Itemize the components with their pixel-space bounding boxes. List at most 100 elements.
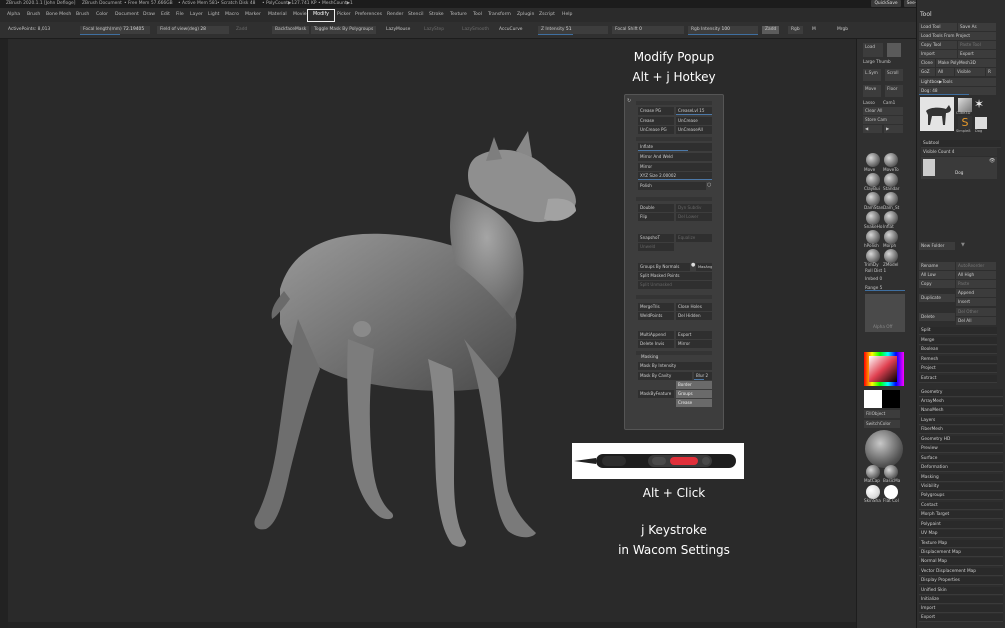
move-view-button[interactable]: Move: [863, 85, 881, 97]
color-picker-icon[interactable]: [864, 352, 904, 386]
brush-claybuild-icon[interactable]: [866, 173, 880, 187]
remesh-section[interactable]: Remesh: [919, 356, 997, 364]
groups-by-normals-button[interactable]: Groups By Normals: [638, 263, 690, 271]
del-all-button[interactable]: Del All: [956, 317, 996, 325]
new-folder-button[interactable]: New Folder: [919, 242, 955, 250]
mask-by-cavity-button[interactable]: Mask By Cavity: [638, 372, 692, 380]
eye-icon[interactable]: 👁: [989, 158, 995, 164]
toggle-mask-by-polygroups-button[interactable]: Toggle Mask By Polygroups: [311, 26, 377, 34]
paste-subtool-button[interactable]: Paste: [956, 280, 996, 288]
surface-section[interactable]: Surface: [919, 455, 1003, 463]
make-polymesh3d-button[interactable]: Make PolyMesh3D: [936, 59, 996, 67]
brush-move-icon[interactable]: [866, 153, 880, 167]
deformation-section[interactable]: Deformation: [919, 464, 1003, 472]
menu-stroke[interactable]: Stroke: [429, 12, 444, 17]
fillobject-button[interactable]: FillObject: [864, 410, 900, 418]
lsym-button[interactable]: L.Sym: [863, 69, 881, 81]
brush-moveto-icon[interactable]: [884, 153, 898, 167]
paste-tool-button[interactable]: Paste Tool: [958, 41, 996, 49]
imbed-slider[interactable]: Imbed 0: [865, 276, 882, 281]
weldpoints-button[interactable]: WeldPoints: [638, 312, 674, 320]
skinshade-icon[interactable]: [866, 485, 880, 499]
extract-section[interactable]: Extract: [919, 375, 997, 383]
subtool-header[interactable]: Subtool: [921, 140, 1001, 148]
mirror-and-weld-button[interactable]: Mirror And Weld: [638, 153, 712, 161]
dyn-subdiv-button[interactable]: Dyn Subdiv: [676, 204, 712, 212]
brush-morph-icon[interactable]: [884, 230, 898, 244]
close-holes-button[interactable]: Close Holes: [676, 303, 712, 311]
insert-button[interactable]: Insert: [956, 298, 996, 306]
large-thumb-icon[interactable]: [887, 43, 901, 57]
lazystep-slider[interactable]: LazyStep: [424, 26, 444, 34]
append-button[interactable]: Append: [956, 289, 996, 297]
contact-section[interactable]: Contact: [919, 502, 1003, 510]
zadd-button-dim[interactable]: Zadd: [236, 26, 247, 34]
goz-button[interactable]: GoZ: [919, 68, 935, 76]
displacement-map-section[interactable]: Displacement Map: [919, 549, 1003, 557]
menu-picker[interactable]: Picker: [337, 12, 351, 17]
lasso-label[interactable]: Lasso: [863, 100, 875, 105]
z-intensity-slider[interactable]: Z Intensity 51: [538, 26, 608, 34]
next-cam-icon[interactable]: ▶: [884, 125, 903, 133]
uncrease-button[interactable]: UnCrease: [676, 117, 712, 125]
duplicate-button[interactable]: Duplicate: [919, 294, 955, 302]
mrgb-button[interactable]: Mrgb: [837, 26, 848, 34]
fibermesh-section[interactable]: FiberMesh: [919, 426, 1003, 434]
crease-button[interactable]: Crease: [638, 117, 674, 125]
rgb-button[interactable]: Rgb: [788, 26, 803, 34]
rename-button[interactable]: Rename: [919, 262, 955, 270]
del-other-button[interactable]: Del Other: [956, 308, 996, 316]
arraymesh-section[interactable]: ArrayMesh: [919, 398, 1003, 406]
lazysmooth-slider[interactable]: LazySmooth: [462, 26, 489, 34]
brush-snakehook-icon[interactable]: [866, 211, 880, 225]
brush-zmodeler-icon[interactable]: [884, 249, 898, 263]
nanomesh-section[interactable]: NanoMesh: [919, 407, 1003, 415]
crease-pg-button[interactable]: Crease PG: [638, 107, 674, 115]
unweld-button[interactable]: Unweld: [638, 243, 674, 251]
menu-edit[interactable]: Edit: [161, 12, 170, 17]
menu-modify[interactable]: Modify: [307, 9, 335, 22]
brush-damst-icon[interactable]: [884, 192, 898, 206]
m-button[interactable]: M: [812, 26, 816, 34]
del-lower-button[interactable]: Del Lower: [676, 213, 712, 221]
polygroups-section[interactable]: Polygroups: [919, 492, 1003, 500]
geometry-section[interactable]: Geometry: [919, 389, 1003, 397]
normal-map-section[interactable]: Normal Map: [919, 558, 1003, 566]
menu-zplugin[interactable]: Zplugin: [517, 12, 534, 17]
material-sphere-preview[interactable]: [865, 430, 903, 468]
border-button[interactable]: Border: [676, 381, 712, 389]
tool-thumb-simplebrush-icon[interactable]: S: [958, 116, 972, 129]
menu-help[interactable]: Help: [562, 12, 572, 17]
zadd-button[interactable]: Zadd: [762, 26, 780, 34]
split-section[interactable]: Split: [919, 327, 997, 335]
del-hidden-button[interactable]: Del Hidden: [676, 312, 712, 320]
delete-button[interactable]: Delete: [919, 313, 955, 321]
quicksave-button[interactable]: QuickSave: [871, 0, 901, 7]
morph-target-section[interactable]: Morph Target: [919, 511, 1003, 519]
menu-light[interactable]: Light: [208, 12, 219, 17]
lightbox-button[interactable]: Load: [863, 43, 883, 57]
merge-section[interactable]: Merge: [919, 337, 997, 345]
copy-subtool-button[interactable]: Copy: [919, 280, 955, 288]
equalize-button[interactable]: Equalize: [676, 234, 712, 242]
polypaint-section[interactable]: Polypaint: [919, 521, 1003, 529]
menu-material[interactable]: Material: [268, 12, 287, 17]
bottom-tray[interactable]: [8, 622, 856, 628]
preview-section[interactable]: Preview: [919, 445, 1003, 453]
menu-draw[interactable]: Draw: [143, 12, 155, 17]
visible-count-slider[interactable]: Visible Count 4: [921, 148, 997, 156]
load-tools-from-project-button[interactable]: Load Tools From Project: [919, 32, 996, 40]
left-tray[interactable]: [0, 39, 8, 628]
cam-label[interactable]: Cam1: [883, 100, 895, 105]
primary-color-swatch[interactable]: [864, 390, 882, 408]
menu-marker[interactable]: Marker: [245, 12, 261, 17]
basicmaterial-icon[interactable]: [884, 465, 898, 479]
snapshot-button[interactable]: SnapshoT: [638, 234, 674, 242]
split-masked-points-button[interactable]: Split Masked Points: [638, 272, 712, 280]
export-section[interactable]: Export: [919, 614, 1003, 622]
polish-slider[interactable]: Polish: [638, 182, 706, 190]
uv-map-section[interactable]: UV Map: [919, 530, 1003, 538]
menu-bone-mesh[interactable]: Bone Mesh: [46, 12, 71, 17]
menu-render[interactable]: Render: [387, 12, 403, 17]
clone-button[interactable]: Clone: [919, 59, 935, 67]
